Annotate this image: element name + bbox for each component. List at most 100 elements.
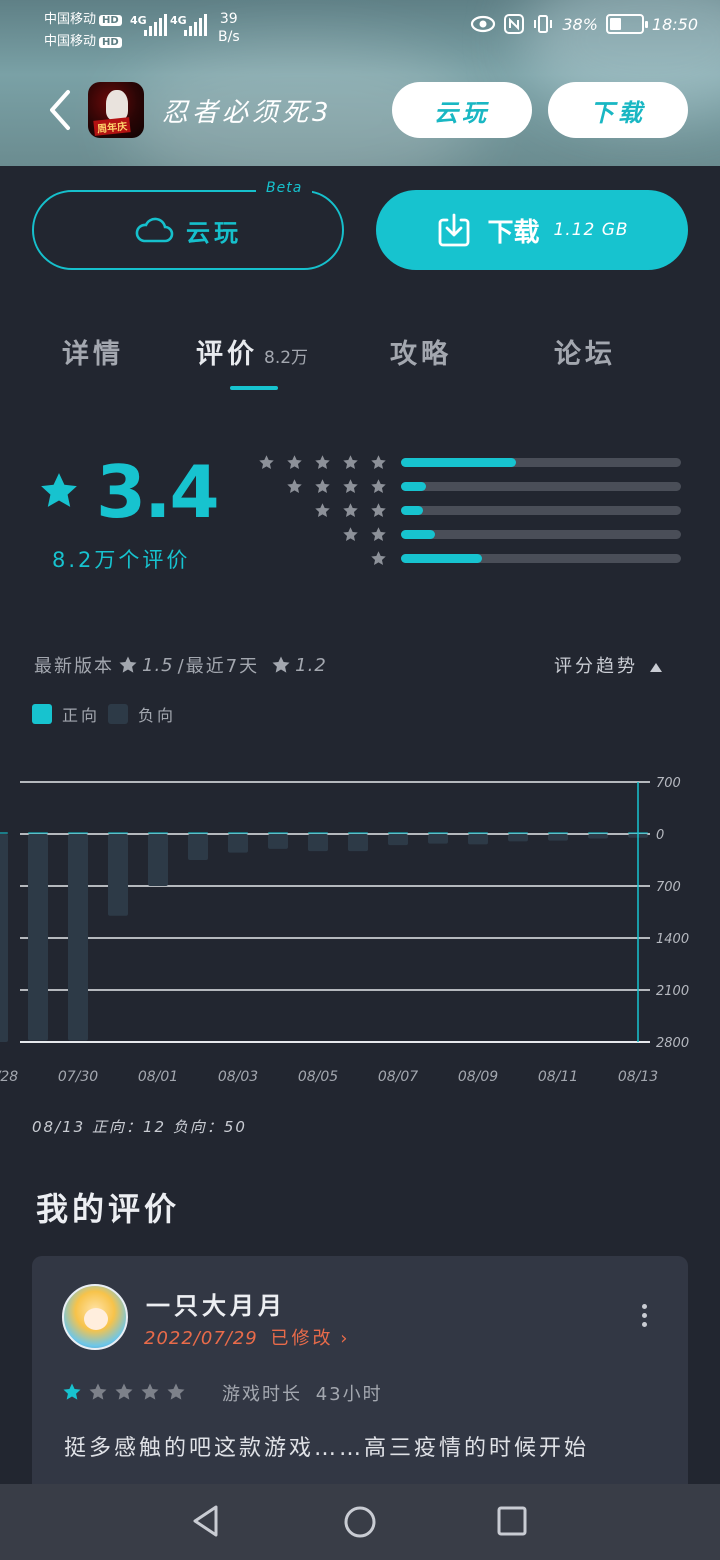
tab-guides-label: 攻略 [390,339,452,370]
carrier-2: 中国移动 HD [44,30,122,49]
battery-percent: 38% [562,14,598,34]
nav-recents-icon[interactable] [496,1504,528,1538]
y-tick-label: 700 [656,880,681,895]
star-icon [343,503,358,517]
playtime-value: 43小时 [315,1384,383,1405]
x-tick-label: 07/30 [58,1069,98,1085]
positive-bar [188,832,208,834]
legend-negative-swatch [108,704,128,724]
tab-reviews[interactable]: 评价 8.2万 [196,332,308,371]
rating-bar-fill [401,506,424,515]
star-icon [141,1383,159,1400]
rating-trend-toggle[interactable]: 评分趋势 [554,652,662,678]
avatar[interactable] [62,1284,128,1350]
legend-positive-label: 正向 [62,706,101,725]
star-icon [63,1383,81,1400]
download-icon [439,213,470,247]
x-tick-label: 08/13 [618,1069,658,1085]
negative-bar [468,834,488,845]
clock: 18:50 [651,14,698,34]
tab-guides[interactable]: 攻略 [390,332,452,371]
system-nav-bar [0,1484,720,1560]
star-icon [343,455,358,469]
hd-badge-2: HD [99,37,122,48]
positive-bar [68,832,88,834]
beta-badge: Beta [256,180,313,196]
x-tick-label: 08/11 [538,1069,578,1085]
positive-bar [308,832,328,834]
eye-icon [471,15,496,33]
tab-reviews-label: 评价 [196,339,258,370]
rating-trend-chart[interactable]: 700 0 700 1400 2100 2800 07/28 07/30 08/01 08/03 0… [0,736,720,1106]
review-date[interactable]: 2022/07/29 已修改 › [144,1324,348,1350]
negative-bar [28,834,48,1041]
negative-bar [388,834,408,846]
cloud-icon [135,217,174,243]
rating-bar-fill [401,458,516,467]
y-tick-label: 0 [656,828,664,843]
header-cloud-play-label: 云玩 [434,98,490,127]
positive-bar [228,832,248,834]
network-speed: 39 B/s [218,10,240,46]
star-icon [287,455,302,469]
more-options-icon[interactable] [642,1304,648,1328]
legend-positive: 正向 [32,702,100,726]
y-tick-label: 2100 [656,984,689,999]
rating-bar-2 [401,530,681,539]
triangle-up-icon [650,662,662,672]
positive-bar [468,832,488,834]
playtime: 游戏时长 43小时 [222,1380,383,1406]
header-download-label: 下载 [590,98,646,127]
x-tick-label: 08/09 [458,1069,498,1085]
speed-value: 39 [219,11,238,27]
tab-forum[interactable]: 论坛 [554,332,616,371]
anniversary-badge: 周年庆 [93,117,131,136]
star-icon [371,527,386,541]
star-icon [371,503,386,517]
latest-version-score: 1.5 [142,654,174,676]
header-cloud-play-button[interactable]: 云玩 [392,82,532,138]
negative-bar [0,834,8,1042]
x-tick-label: 08/01 [138,1069,178,1085]
cloud-play-button[interactable]: 云玩 [32,190,344,270]
tab-details[interactable]: 详情 [62,332,124,371]
positive-bar [508,832,528,834]
review-edited-label: 已修改 [270,1328,334,1349]
reviewer-name[interactable]: 一只大月月 [146,1286,286,1321]
carrier-1-label: 中国移动 [44,12,97,27]
negative-bar [348,834,368,852]
carrier-1: 中国移动 HD [44,8,122,27]
star-icon [167,1383,185,1400]
download-button[interactable]: 下载 1.12 GB [376,190,688,270]
status-right: 38% 18:50 [470,14,698,34]
x-tick-label: 07/28 [0,1069,18,1085]
negative-bar [268,834,288,849]
star-icon [259,455,274,469]
version-scores: 最新版本 1.5 /最近7天 1.2 [34,652,327,678]
status-bar: 中国移动 HD 中国移动 HD 4G 4G 39 B/s 38% 18:50 [0,0,720,56]
rating-bar-3 [401,506,681,515]
x-tick-label: 08/05 [298,1069,338,1085]
y-tick-label: 700 [656,776,681,791]
speed-unit: B/s [218,29,240,45]
cloud-play-label: 云玩 [186,218,242,247]
negative-bar [188,834,208,860]
header-download-button[interactable]: 下载 [548,82,688,138]
rating-bar-1 [401,554,681,563]
back-arrow-icon[interactable] [44,88,74,132]
latest-version-label: 最新版本 [34,656,114,677]
nav-home-icon[interactable] [342,1504,378,1540]
chart-selection-summary: 08/13 正向：12 负向：50 [32,1118,247,1136]
app-header: 中国移动 HD 中国移动 HD 4G 4G 39 B/s 38% 18:50 周年庆 [0,0,720,166]
negative-bar [68,834,88,1041]
my-review-card[interactable]: 一只大月月 2022/07/29 已修改 › 游戏时长 43小时 挺多感触的吧这… [32,1256,688,1496]
negative-bar [588,834,608,839]
star-icon [343,527,358,541]
legend-negative-label: 负向 [138,706,177,725]
nav-back-icon[interactable] [190,1504,222,1538]
vibrate-icon [534,15,553,33]
star-icon [315,479,330,493]
review-text[interactable]: 挺多感触的吧这款游戏……高三疫情的时候开始 [64,1428,664,1470]
tab-reviews-count: 8.2万 [264,348,309,368]
carrier-2-label: 中国移动 [44,34,97,49]
